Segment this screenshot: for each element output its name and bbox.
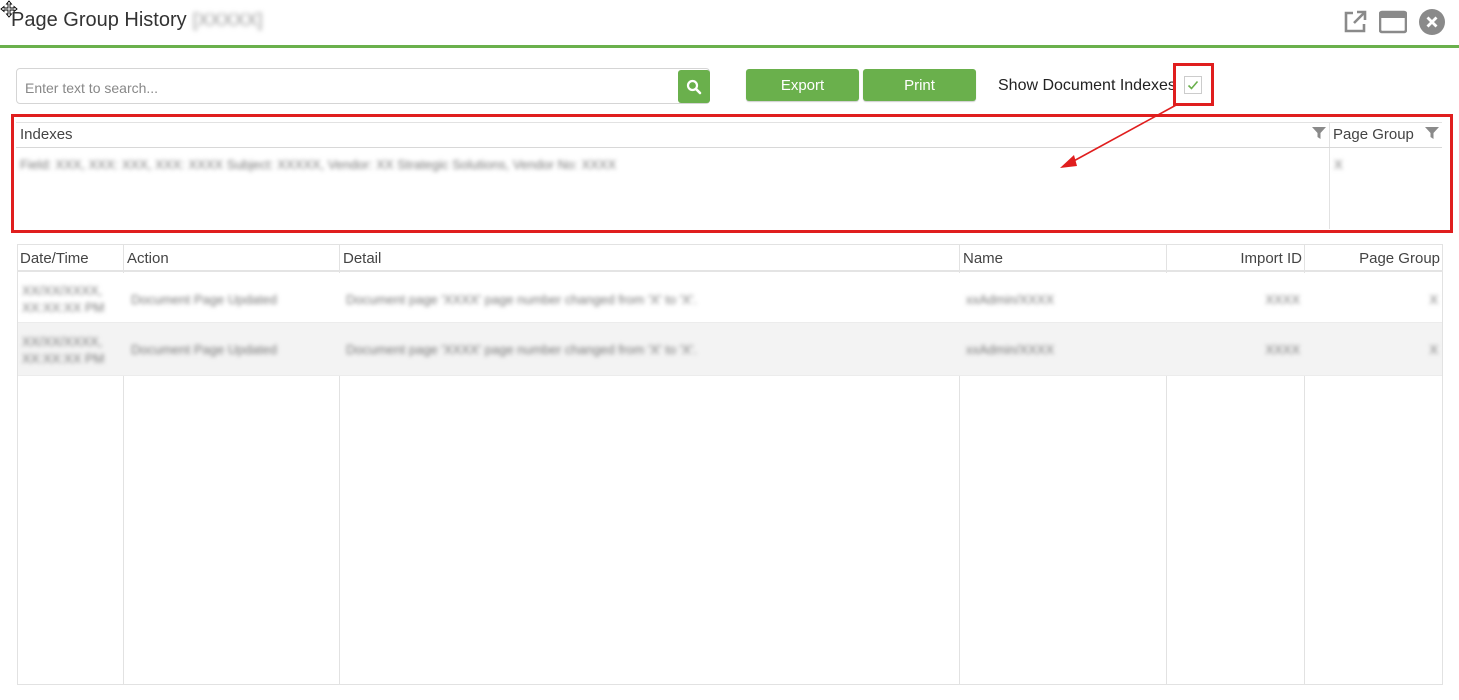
annotation-indexes-highlight [11,114,1453,233]
column-header-action[interactable]: Action [127,250,169,267]
name-cell: xxAdmin/XXXX [966,342,1055,357]
detail-cell: Document page 'XXXX' page number changed… [346,292,697,307]
import-id-cell: XXXX [1265,342,1300,357]
popout-icon[interactable] [1341,8,1369,36]
action-cell: Document Page Updated [131,292,277,307]
annotation-checkbox-highlight [1173,63,1214,106]
show-indexes-label: Show Document Indexes [998,77,1176,94]
print-button[interactable]: Print [863,69,976,101]
column-header-page-group[interactable]: Page Group [1308,250,1440,267]
title-divider [0,45,1459,48]
window-title-text: Page Group History [11,9,187,31]
search-button[interactable] [678,70,710,103]
datetime-cell: XX/XX/XXXX, XX:XX:XX PM [22,283,105,315]
detail-cell: Document page 'XXXX' page number changed… [346,342,697,357]
column-header-name[interactable]: Name [963,250,1003,267]
maximize-icon[interactable] [1379,8,1407,36]
column-header-import-id[interactable]: Import ID [1170,250,1302,267]
title-bar: Page Group History [XXXXX] [0,0,1459,46]
column-header-detail[interactable]: Detail [343,250,381,267]
column-header-datetime[interactable]: Date/Time [20,250,89,267]
window-title-id: [XXXXX] [192,10,263,30]
export-button[interactable]: Export [746,69,859,101]
search-input[interactable] [23,77,667,99]
name-cell: xxAdmin/XXXX [966,292,1055,307]
search-icon [686,79,702,94]
action-cell: Document Page Updated [131,342,277,357]
page-group-cell: X [1429,292,1438,307]
import-id-cell: XXXX [1265,292,1300,307]
window-title: Page Group History [XXXXX] [11,9,263,32]
search-field[interactable] [16,68,710,104]
datetime-cell: XX/XX/XXXX, XX:XX:XX PM [22,334,105,366]
page-group-cell: X [1429,342,1438,357]
close-icon[interactable] [1418,8,1446,36]
